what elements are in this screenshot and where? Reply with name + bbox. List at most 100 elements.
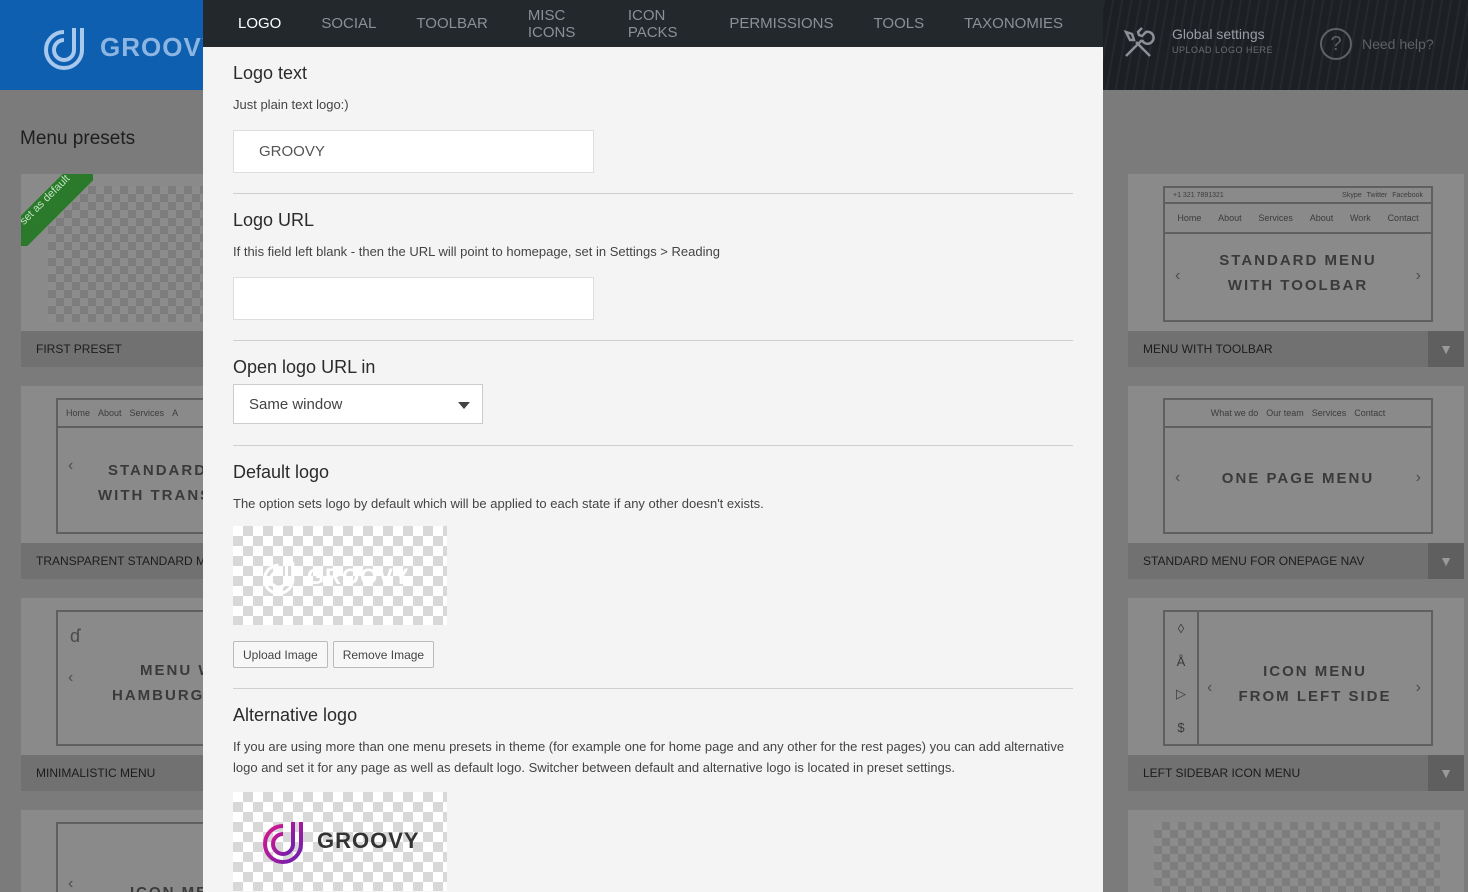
chevron-down-icon[interactable]: ▼ [1428,755,1464,791]
nav-item: Contact [1387,213,1419,223]
groovy-logo-icon [44,28,84,70]
preview-nav: Home About Services A [58,400,224,428]
toolbar-link: Facebook [1392,191,1423,199]
preview-title-line: ONE PAGE MENU [1221,470,1375,487]
nav-item: Our team [1266,408,1304,418]
chevron-down-icon[interactable]: ▼ [1428,543,1464,579]
preset-label: MINIMALISTIC MENU [21,755,219,791]
preview-title-line: STANDARD [108,462,208,479]
help-link[interactable]: ? Need help? [1320,28,1434,60]
section-title: Open logo URL in [233,357,376,377]
global-settings-title: Global settings [1172,26,1265,42]
menu-presets-title: Menu presets [20,128,136,149]
nav-item: Contact [1354,408,1386,418]
default-ribbon[interactable]: set as default [21,174,93,246]
caret-down-icon [458,402,470,409]
preset-preview: What we do Our team Services Contact ‹ ›… [1163,398,1433,534]
nav-item: Services [1311,408,1347,418]
logo-text-section: Logo text Just plain text logo:) GROOVY [233,47,1073,194]
help-label: Need help? [1362,36,1434,52]
preset-card-left-sidebar[interactable]: ◊ Å ▷ $ ‹ › ICON MENU FROM LEFT SIDE LEF… [1127,597,1465,792]
preset-label: TRANSPARENT STANDARD M [21,543,219,579]
nav-item: Services [1258,213,1293,223]
settings-tabs: LOGO SOCIAL TOOLBAR MISC ICONS ICON PACK… [203,0,1103,47]
toolbar-phone: +1 321 7891321 [1173,191,1224,199]
default-logo-section: Default logo The option sets logo by def… [233,446,1073,689]
upload-image-button[interactable]: Upload Image [233,641,328,668]
tab-tools[interactable]: TOOLS [874,0,925,47]
preset-card-icon[interactable]: ‹ ICON ME [20,809,226,892]
help-icon: ? [1320,28,1352,60]
preview-title-line: ICON ME [58,880,224,892]
preview-title-line: FROM LEFT SIDE [1238,688,1392,705]
open-logo-url-section: Open logo URL in Same window [233,341,1073,446]
nav-item: Home [1177,213,1202,223]
preset-label: MENU WITH TOOLBAR [1128,331,1464,367]
global-settings-subtitle: UPLOAD LOGO HERE [1172,45,1274,55]
brand-logo[interactable]: GROOVY [44,24,220,70]
preset-card-first[interactable]: set as default FIRST PRESET [20,173,221,368]
settings-modal: LOGO SOCIAL TOOLBAR MISC ICONS ICON PACK… [203,0,1103,892]
logo-wordmark: GROOVY [307,564,410,589]
preset-label: STANDARD MENU FOR ONEPAGE NAV [1128,543,1464,579]
preset-preview: ‹ ICON ME [56,822,226,892]
tab-social[interactable]: SOCIAL [321,0,376,47]
tab-permissions[interactable]: PERMISSIONS [729,0,833,47]
toolbar-link: Twitter [1366,191,1388,199]
tools-icon [1123,27,1155,57]
preview-title-line: WITH TOOLBAR [1227,277,1369,294]
preview-toolbar: +1 321 7891321 Skype Twitter Facebook [1165,188,1431,204]
preset-card-toolbar[interactable]: +1 321 7891321 Skype Twitter Facebook Ho… [1127,173,1465,368]
drop-icon: ◊ [1177,620,1185,636]
groovy-logo-icon [263,562,295,595]
section-title: Logo text [233,63,308,83]
preset-card-onepage[interactable]: What we do Our team Services Contact ‹ ›… [1127,385,1465,580]
preview-title-line: MENU W [140,662,215,679]
logo-image: GROOVY [263,818,420,864]
nav-item: About [1309,213,1334,223]
logo-text-input[interactable]: GROOVY [233,130,594,173]
preset-label: LEFT SIDEBAR ICON MENU [1128,755,1464,791]
nav-item: Work [1349,213,1371,223]
preset-label: FIRST PRESET [21,331,219,367]
logo-image: GROOVY [263,559,410,595]
nav-item: About [98,408,122,418]
tab-misc-icons[interactable]: MISC ICONS [528,0,588,47]
tab-taxonomies[interactable]: TAXONOMIES [964,0,1063,47]
preview-nav: What we do Our team Services Contact [1165,400,1431,428]
section-title: Default logo [233,462,330,482]
alternative-logo-section: Alternative logo If you are using more t… [233,689,1073,892]
logo-url-input[interactable] [233,277,594,320]
nav-item: Home [66,408,91,418]
alternative-logo-preview: GROOVY [233,792,447,891]
default-logo-preview: GROOVY [233,526,447,625]
section-description: If this field left blank - then the URL … [233,244,720,259]
preset-card-transparent[interactable]: Home About Services A ‹ STANDARD WITH TR… [20,385,226,580]
section-description: The option sets logo by default which wi… [233,496,764,511]
tab-icon-packs[interactable]: ICON PACKS [628,0,690,47]
nav-item: A [172,408,179,418]
groovy-logo-icon: ɗ [70,626,81,646]
logo-wordmark: GROOVY [317,828,420,853]
preset-preview: Home About Services A ‹ STANDARD WITH TR… [56,398,226,534]
preview-nav: Home About Services About Work Contact [1165,204,1431,234]
section-title: Logo URL [233,210,315,230]
remove-image-button[interactable]: Remove Image [332,641,435,668]
ribbon-text: set as default [21,174,93,246]
preset-preview: ɗ ‹ MENU W HAMBURGE [56,610,226,746]
groovy-logo-icon [263,822,303,864]
preset-card-minimalistic[interactable]: ɗ ‹ MENU W HAMBURGE MINIMALISTIC MENU [20,597,226,792]
toolbar-link: Skype [1342,191,1362,199]
preview-title-line: WITH TRANS [98,487,213,504]
logo-buttons: Upload Image Remove Image [233,641,1073,668]
preset-card-next[interactable] [1127,809,1465,892]
preview-title-line: HAMBURGE [112,687,217,704]
preset-preview: ◊ Å ▷ $ ‹ › ICON MENU FROM LEFT SIDE [1163,610,1433,746]
section-title: Alternative logo [233,705,358,725]
global-settings-link[interactable]: Global settings UPLOAD LOGO HERE [1120,26,1273,62]
tab-toolbar[interactable]: TOOLBAR [416,0,487,47]
chevron-down-icon[interactable]: ▼ [1428,331,1464,367]
tab-logo[interactable]: LOGO [238,0,281,47]
logo-url-section: Logo URL If this field left blank - then… [233,194,1073,341]
open-logo-url-select[interactable]: Same window [233,384,483,424]
